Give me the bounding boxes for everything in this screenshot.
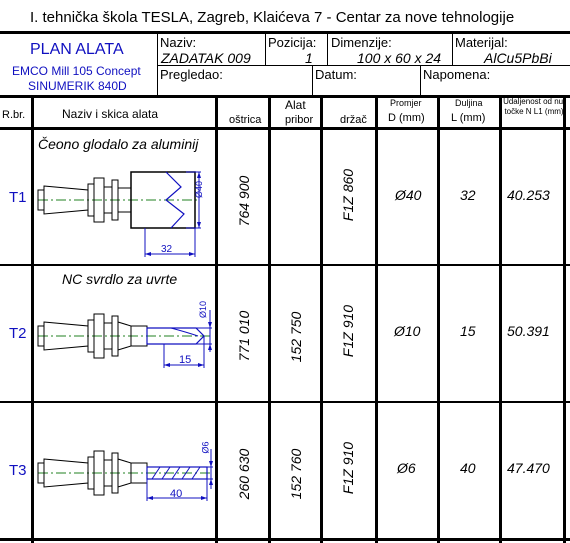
duljina-value: 40: [460, 460, 476, 476]
datum-label: Datum:: [315, 67, 357, 82]
divider: [327, 34, 328, 65]
col-pribor: pribor: [285, 114, 314, 126]
col-alat: Alat: [285, 98, 306, 112]
promjer-value: Ø10: [394, 323, 421, 339]
col-udaljenost: Udaljenost od nul točke N L1 (mm): [503, 97, 565, 116]
promjer-value: Ø6: [397, 460, 416, 476]
duljina-value: 32: [460, 187, 476, 203]
machine-name: EMCO Mill 105 Concept: [12, 64, 141, 78]
col-duljina-unit: L (mm): [451, 112, 486, 124]
naziv-value: ZADATAK 009: [161, 50, 251, 66]
dim-diameter: Ø6: [200, 441, 211, 454]
ostrica-value: 764 900: [236, 175, 252, 227]
tool-number: T3: [9, 462, 27, 479]
tool-name: Čeono glodalo za aluminij: [38, 136, 199, 152]
col-promjer: Promjer: [390, 98, 422, 108]
tool-number: T1: [9, 189, 27, 206]
col-ostrica: oštrica: [229, 114, 262, 126]
l1-value: 40.253: [507, 187, 550, 203]
table-row: T1 Čeono glodalo za aluminij Ø40 32 764 …: [0, 130, 570, 264]
divider: [452, 34, 453, 65]
tool-number: T2: [9, 325, 27, 342]
divider: [0, 31, 570, 34]
pribor-value: 152 760: [288, 448, 304, 500]
divider: [265, 34, 266, 65]
drzac-value: F1Z 910: [340, 441, 356, 495]
pregledao-label: Pregledao:: [160, 67, 223, 82]
tool-plan-sheet: I. tehnička škola TESLA, Zagreb, Klaićev…: [0, 0, 570, 543]
ostrica-value: 771 010: [236, 310, 252, 362]
col-rbr: R.br.: [2, 109, 26, 121]
col-drzac: držač: [340, 114, 367, 126]
dim-diameter: Ø40: [194, 180, 205, 199]
drzac-value: F1Z 910: [340, 304, 356, 358]
naziv-label: Naziv:: [160, 35, 197, 50]
end-mill-sketch: [37, 449, 213, 501]
l1-value: 47.470: [507, 460, 550, 476]
pribor-value: 152 750: [288, 311, 304, 363]
plan-title: PLAN ALATA: [30, 41, 124, 58]
napomena-label: Napomena:: [423, 67, 491, 82]
table-row: T3 Ø6 40 260 630 152 760 F1Z 910 Ø6 40 4…: [0, 403, 570, 538]
dim-length: 15: [179, 354, 192, 366]
pozicija-label: Pozicija:: [268, 35, 317, 50]
school-header: I. tehnička škola TESLA, Zagreb, Klaićev…: [30, 9, 515, 26]
dim-diameter: Ø10: [198, 300, 209, 319]
divider: [420, 65, 421, 95]
dim-length: 32: [161, 244, 173, 255]
col-duljina: Duljina: [455, 98, 483, 108]
dimenzije-label: Dimenzije:: [331, 35, 392, 50]
duljina-value: 15: [460, 323, 476, 339]
table-row: T2 NC svrdlo za uvrte Ø10 15 771 010 152…: [0, 266, 570, 401]
tool-name: NC svrdlo za uvrte: [62, 271, 178, 287]
row-divider: [0, 538, 570, 541]
col-naziv: Naziv i skica alata: [62, 107, 159, 121]
divider: [312, 65, 313, 95]
l1-value: 50.391: [507, 323, 550, 339]
pozicija-value: 1: [305, 50, 313, 66]
promjer-value: Ø40: [395, 187, 422, 203]
face-mill-sketch: [37, 171, 201, 257]
drill-sketch: [37, 310, 212, 368]
materijal-value: AlCu5PbBi: [484, 50, 552, 66]
materijal-label: Materijal:: [455, 35, 508, 50]
drzac-value: F1Z 860: [340, 168, 356, 222]
dimenzije-value: 100 x 60 x 24: [357, 50, 442, 66]
dim-length: 40: [170, 488, 183, 500]
ostrica-value: 260 630: [236, 448, 252, 500]
col-promjer-unit: D (mm): [388, 112, 425, 124]
control-name: SINUMERIK 840D: [28, 79, 127, 93]
